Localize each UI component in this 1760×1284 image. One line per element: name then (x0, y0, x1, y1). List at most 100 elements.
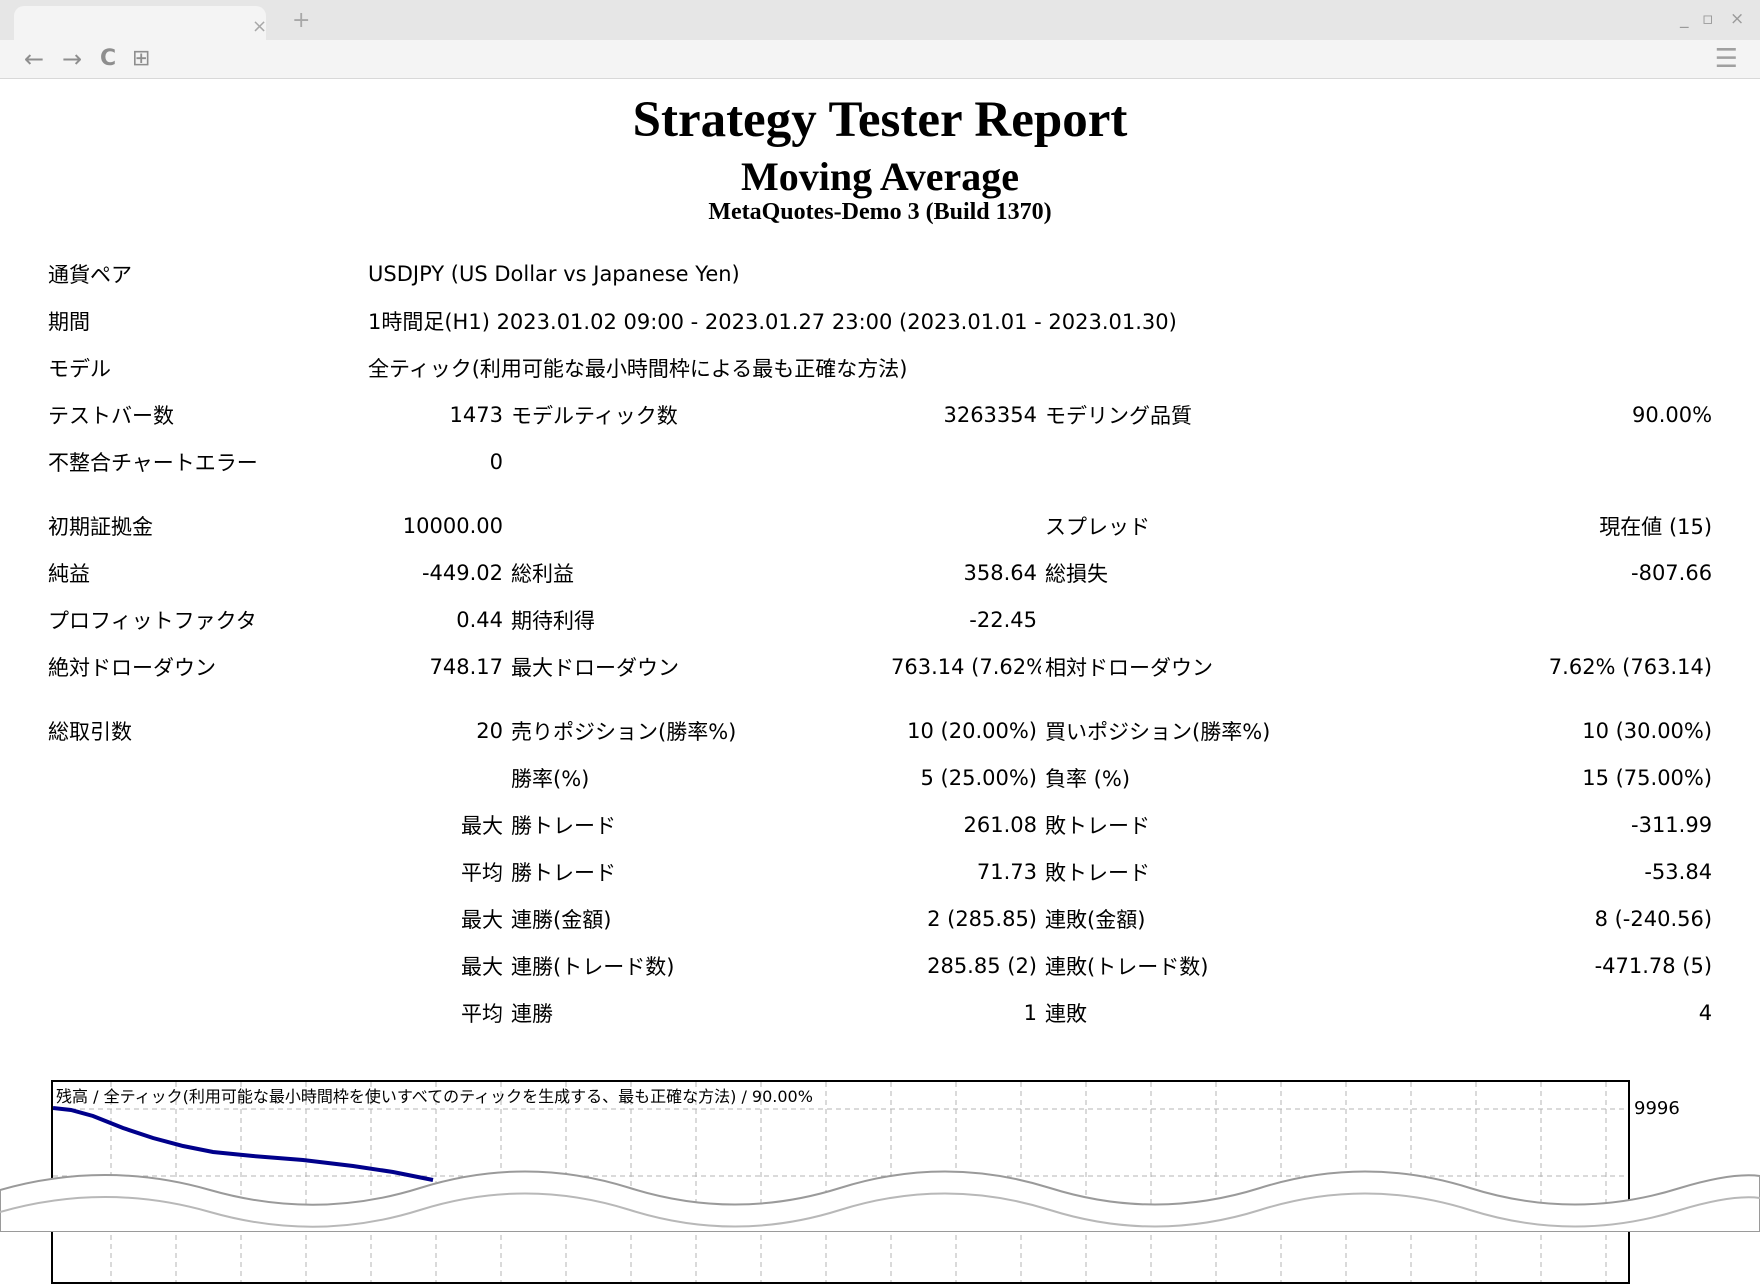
forward-icon[interactable]: → (62, 46, 82, 72)
avg-loss-label: 敗トレード (1045, 860, 1150, 885)
net-profit-value: -449.02 (421, 560, 503, 585)
table-row: 不整合チャートエラー 0 (44, 438, 1716, 485)
model-value: 全ティック(利用可能な最小時間枠による最も正確な方法) (368, 356, 908, 381)
chart-y-tick: 9996 (1634, 1098, 1680, 1119)
max-cons-losses-amount-label: 連敗(金額) (1045, 907, 1146, 932)
spread-label: スプレッド (1045, 514, 1150, 539)
table-row: 総取引数 20 売りポジション(勝率%) 10 (20.00%) 買いポジション… (44, 707, 1716, 754)
max-drawdown-value: 763.14 (7.62%) (891, 654, 1041, 679)
reload-icon[interactable]: C (100, 46, 116, 72)
max-cons-wins-amount-value: 2 (285.85) (927, 906, 1037, 931)
report-server: MetaQuotes-Demo 3 (Build 1370) (708, 199, 1052, 225)
gross-profit-label: 総利益 (511, 561, 574, 586)
close-window-icon[interactable]: × (1730, 10, 1744, 28)
max-prefix: 最大 (461, 954, 503, 979)
expected-payoff-value: -22.45 (969, 607, 1037, 632)
abs-drawdown-label: 絶対ドローダウン (48, 655, 216, 680)
table-row: 平均 連勝 1 連敗 4 (44, 989, 1716, 1036)
avg-prefix: 平均 (461, 1001, 503, 1026)
chart-label: 残高 / 全ティック(利用可能な最小時間枠を使いすべてのティックを生成する、最も… (56, 1087, 813, 1106)
rel-drawdown-label: 相対ドローダウン (1045, 655, 1213, 680)
symbol-value: USDJPY (US Dollar vs Japanese Yen) (368, 261, 740, 286)
table-row: 最大 連勝(トレード数) 285.85 (2) 連敗(トレード数) -471.7… (44, 942, 1716, 989)
symbol-label: 通貨ペア (48, 262, 132, 287)
minimize-icon[interactable]: _ (1680, 10, 1689, 28)
rel-drawdown-value: 7.62% (763.14) (1548, 654, 1713, 679)
avg-win-label: 勝トレード (511, 860, 616, 885)
long-positions-value: 10 (30.00%) (1582, 718, 1713, 743)
avg-cons-wins-value: 1 (1023, 1000, 1037, 1025)
bars-label: テストバー数 (48, 403, 174, 428)
largest-loss-label: 敗トレード (1045, 813, 1150, 838)
report-table: 通貨ペア USDJPY (US Dollar vs Japanese Yen) … (44, 250, 1716, 1036)
restore-icon[interactable]: ▫ (1702, 10, 1714, 28)
gross-profit-value: 358.64 (963, 560, 1037, 585)
net-profit-label: 純益 (48, 561, 90, 586)
long-positions-label: 買いポジション(勝率%) (1045, 719, 1271, 744)
avg-win-value: 71.73 (976, 859, 1037, 884)
max-cons-loss-label: 連敗(トレード数) (1045, 954, 1209, 979)
browser-toolbar: ← → C ⊞ ☰ (0, 40, 1760, 79)
spread-value: 現在値 (15) (1599, 514, 1713, 539)
profit-factor-label: プロフィットファクタ (48, 608, 257, 633)
avg-cons-losses-label: 連敗 (1045, 1001, 1087, 1026)
max-prefix: 最大 (461, 813, 503, 838)
bars-value: 1473 (449, 402, 503, 427)
table-row: 最大 勝トレード 261.08 敗トレード -311.99 (44, 801, 1716, 848)
browser-tab[interactable]: × (14, 6, 267, 40)
ticks-value: 3263354 (943, 402, 1037, 427)
table-row: 絶対ドローダウン 748.17 最大ドローダウン 763.14 (7.62%) … (44, 643, 1716, 690)
back-icon[interactable]: ← (24, 46, 44, 72)
menu-icon[interactable]: ☰ (1715, 46, 1738, 72)
gross-loss-value: -807.66 (1631, 560, 1713, 585)
win-rate-value: 5 (25.00%) (920, 765, 1038, 790)
new-tab-icon[interactable]: + (292, 10, 310, 32)
deposit-label: 初期証拠金 (48, 514, 153, 539)
report-page: Strategy Tester Report Moving Average Me… (0, 79, 1760, 1232)
largest-win-label: 勝トレード (511, 813, 616, 838)
avg-cons-wins-label: 連勝 (511, 1001, 553, 1026)
short-positions-label: 売りポジション(勝率%) (511, 719, 737, 744)
max-prefix: 最大 (461, 907, 503, 932)
table-row: 通貨ペア USDJPY (US Dollar vs Japanese Yen) (44, 250, 1716, 297)
gross-loss-label: 総損失 (1045, 561, 1108, 586)
loss-rate-value: 15 (75.00%) (1582, 765, 1713, 790)
max-drawdown-label: 最大ドローダウン (511, 655, 679, 680)
table-row: プロフィットファクタ 0.44 期待利得 -22.45 (44, 596, 1716, 643)
expected-payoff-label: 期待利得 (511, 608, 595, 633)
avg-loss-value: -53.84 (1644, 859, 1713, 884)
total-trades-label: 総取引数 (48, 719, 132, 744)
tab-close-icon[interactable]: × (252, 18, 267, 36)
abs-drawdown-value: 748.17 (429, 654, 503, 679)
table-row: テストバー数 1473 モデルティック数 3263354 モデリング品質 90.… (44, 391, 1716, 438)
total-trades-value: 20 (476, 718, 503, 743)
avg-cons-losses-value: 4 (1698, 1000, 1713, 1025)
table-row: 勝率(%) 5 (25.00%) 負率 (%) 15 (75.00%) (44, 754, 1716, 801)
ticks-label: モデルティック数 (511, 403, 678, 428)
loss-rate-label: 負率 (%) (1045, 766, 1131, 791)
quality-label: モデリング品質 (1045, 403, 1192, 428)
quality-value: 90.00% (1631, 402, 1713, 427)
avg-prefix: 平均 (461, 860, 503, 885)
table-row: 初期証拠金 10000.00 スプレッド 現在値 (15) (44, 502, 1716, 549)
largest-loss-value: -311.99 (1631, 812, 1713, 837)
period-label: 期間 (48, 309, 90, 334)
max-cons-profit-value: 285.85 (2) (927, 953, 1037, 978)
table-row: 純益 -449.02 総利益 358.64 総損失 -807.66 (44, 549, 1716, 596)
tab-bar: × + _ ▫ × (0, 0, 1760, 40)
mismatch-label: 不整合チャートエラー (48, 450, 258, 475)
mismatch-value: 0 (489, 449, 503, 474)
table-row: 平均 勝トレード 71.73 敗トレード -53.84 (44, 848, 1716, 895)
table-row: モデル 全ティック(利用可能な最小時間枠による最も正確な方法) (44, 344, 1716, 391)
max-cons-loss-value: -471.78 (5) (1594, 953, 1713, 978)
report-title: Strategy Tester Report (632, 92, 1128, 148)
deposit-value: 10000.00 (402, 513, 503, 538)
period-value: 1時間足(H1) 2023.01.02 09:00 - 2023.01.27 2… (368, 309, 1177, 334)
apps-icon[interactable]: ⊞ (132, 46, 150, 72)
table-row: 期間 1時間足(H1) 2023.01.02 09:00 - 2023.01.2… (44, 297, 1716, 344)
win-rate-label: 勝率(%) (511, 766, 590, 791)
torn-edge (0, 1170, 1760, 1232)
max-cons-losses-amount-value: 8 (-240.56) (1594, 906, 1713, 931)
short-positions-value: 10 (20.00%) (907, 718, 1037, 743)
report-subtitle: Moving Average (740, 154, 1020, 199)
